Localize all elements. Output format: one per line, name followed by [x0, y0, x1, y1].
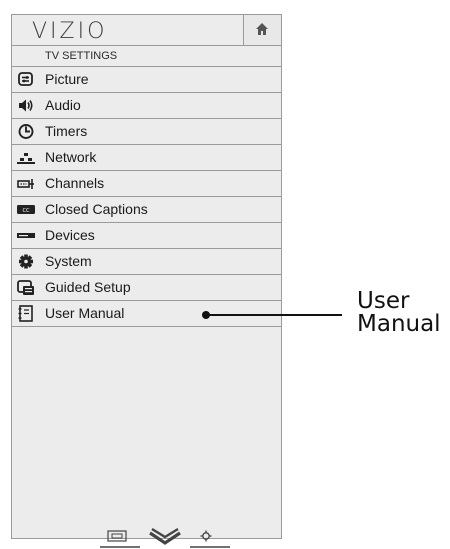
settings-panel: VIZIO TV SETTINGS Picture Audio Timers N… — [11, 14, 282, 548]
device-icon — [17, 233, 35, 238]
menu-item-label: Network — [45, 149, 97, 165]
logo-text: VIZIO — [32, 19, 108, 44]
callout-label: User Manual — [357, 290, 441, 336]
menu-item-label: Channels — [45, 175, 105, 191]
menu-item-label: Timers — [45, 123, 88, 139]
menu-item-label: Devices — [45, 227, 95, 243]
callout-label-line1: User — [357, 288, 410, 314]
speaker-icon — [19, 99, 33, 112]
menu-item-label: Closed Captions — [45, 201, 148, 217]
menu-item-timers[interactable]: Timers — [12, 119, 281, 145]
menu-item-label: Picture — [45, 71, 89, 87]
vizio-logo: VIZIO — [12, 15, 244, 46]
menu-item-guided-setup[interactable]: Guided Setup — [12, 275, 281, 301]
svg-text:CC: CC — [23, 208, 30, 214]
menu-item-system[interactable]: System — [12, 249, 281, 275]
menu-item-closed-captions[interactable]: CC Closed Captions — [12, 197, 281, 223]
gear-icon — [19, 254, 33, 269]
callout-label-line2: Manual — [357, 311, 441, 337]
clock-icon — [18, 124, 34, 139]
menu-item-label: User Manual — [45, 305, 125, 321]
menu-item-devices[interactable]: Devices — [12, 223, 281, 249]
picture-icon — [18, 72, 33, 86]
callout-line — [206, 314, 342, 316]
network-icon — [17, 153, 35, 164]
menu-item-label: Guided Setup — [45, 279, 131, 295]
manual-icon — [18, 305, 33, 322]
menu-item-label: Audio — [45, 97, 81, 113]
settings-menu: Picture Audio Timers Network Channels CC… — [12, 67, 281, 327]
cc-icon: CC — [17, 205, 35, 214]
vizio-v-icon[interactable] — [149, 527, 181, 545]
menu-item-label: System — [45, 253, 92, 269]
home-button[interactable] — [244, 15, 281, 46]
guided-setup-icon — [17, 280, 34, 295]
menu-item-audio[interactable]: Audio — [12, 93, 281, 119]
menu-item-network[interactable]: Network — [12, 145, 281, 171]
section-title: TV SETTINGS — [12, 46, 281, 67]
home-icon — [256, 23, 268, 35]
antenna-icon — [17, 179, 34, 189]
menu-item-picture[interactable]: Picture — [12, 67, 281, 93]
bottom-navigation — [100, 527, 230, 548]
menu-item-channels[interactable]: Channels — [12, 171, 281, 197]
panel-header: VIZIO — [12, 15, 281, 46]
